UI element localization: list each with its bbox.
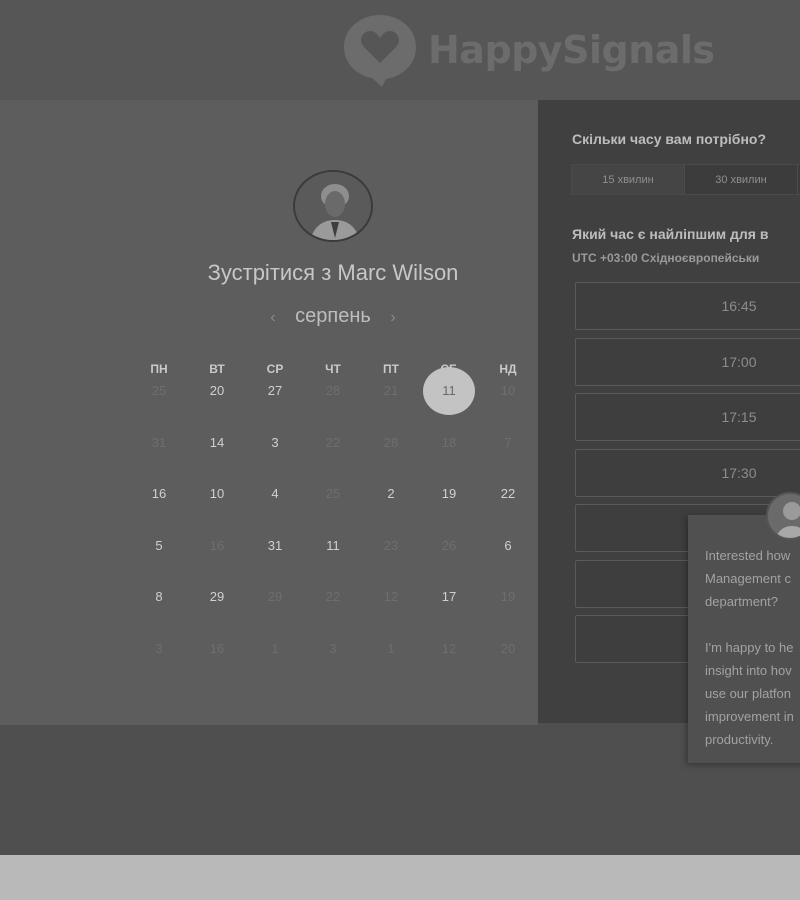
time-slot-label: 16:45 <box>721 298 757 314</box>
time-slot[interactable]: 17:15 <box>575 393 800 441</box>
calendar-day: 3 <box>155 641 163 656</box>
time-slot[interactable]: 17:00 <box>575 337 800 386</box>
duration-option-30[interactable]: 30 хвилин <box>685 165 798 194</box>
calendar-day: 22 <box>325 589 341 604</box>
calendar-day: 16 <box>209 538 225 553</box>
weekday-label: СР <box>266 362 284 376</box>
next-month-chevron-icon[interactable]: › <box>376 309 409 327</box>
calendar-day: 29 <box>267 589 283 604</box>
calendar-day: 16 <box>209 641 225 656</box>
calendar-day-selected[interactable]: 11 <box>423 367 475 415</box>
calendar-day[interactable]: 22 <box>488 484 528 504</box>
calendar-day: 12 <box>383 589 399 604</box>
calendar-day: 10 <box>500 383 516 398</box>
brand-name: HappySignals <box>428 27 715 72</box>
calendar-day[interactable]: 4 <box>255 484 295 504</box>
calendar-day: 18 <box>441 435 457 450</box>
time-slot[interactable]: 16:45 <box>575 282 800 330</box>
calendar-day[interactable]: 16 <box>139 484 179 504</box>
calendar-day[interactable]: 20 <box>197 381 237 401</box>
time-slot[interactable]: 17:30 <box>575 448 800 497</box>
header: HappySignals <box>0 0 800 100</box>
duration-question: Скільки часу вам потрібно? <box>572 131 767 147</box>
calendar-day[interactable]: 2 <box>371 484 411 504</box>
calendar-day[interactable]: 6 <box>488 536 528 556</box>
calendar-day[interactable]: 29 <box>197 587 237 607</box>
calendar-day[interactable]: 31 <box>255 536 295 556</box>
time-slot-label: 17:15 <box>721 409 757 425</box>
calendar-day: 31 <box>151 435 167 450</box>
calendar-day[interactable]: 3 <box>255 433 295 453</box>
calendar-day: 28 <box>383 435 399 450</box>
calendar-day: 23 <box>383 538 399 553</box>
calendar-day: 12 <box>441 641 457 656</box>
calendar-day: 3 <box>329 641 337 656</box>
chat-message: Interested how Management c department? … <box>705 548 794 747</box>
calendar-day[interactable]: 5 <box>139 536 179 556</box>
calendar-day[interactable]: 14 <box>197 433 237 453</box>
calendar-day: 19 <box>500 589 516 604</box>
host-avatar <box>293 170 373 242</box>
calendar-day[interactable]: 27 <box>255 381 295 401</box>
calendar-day: 20 <box>500 641 516 656</box>
calendar-day: 25 <box>325 486 341 501</box>
calendar-day: 7 <box>504 435 512 450</box>
timezone-label[interactable]: UTC +03:00 Східноєвропейськи <box>572 251 759 265</box>
heart-speech-bubble-icon <box>344 14 416 87</box>
month-label: серпень <box>295 305 371 327</box>
calendar-day[interactable]: 10 <box>197 484 237 504</box>
calendar-day: 21 <box>383 383 399 398</box>
time-question: Який час є найліпшим для в <box>572 226 769 242</box>
time-slot-label: 17:00 <box>721 353 757 370</box>
calendar-day[interactable]: 11 <box>313 536 353 556</box>
page: HappySignals Зустрітися з Marc Wilson ‹ … <box>0 0 800 855</box>
calendar-day: 22 <box>325 435 341 450</box>
calendar-day: 1 <box>271 641 279 656</box>
duration-selector: 15 хвилин 30 хвилин <box>571 164 800 195</box>
weekday-label: ЧТ <box>325 362 341 376</box>
calendar-day[interactable]: 8 <box>139 587 179 607</box>
weekday-label: НД <box>499 362 517 376</box>
prev-month-chevron-icon[interactable]: ‹ <box>256 309 289 327</box>
calendar-day: 25 <box>151 383 167 398</box>
weekday-label: ВТ <box>209 362 225 376</box>
time-slot-label: 17:30 <box>721 464 757 481</box>
weekday-label: ПТ <box>383 362 399 376</box>
happysignals-logo[interactable]: HappySignals <box>342 12 715 87</box>
calendar-day[interactable]: 19 <box>429 484 469 504</box>
duration-option-15[interactable]: 15 хвилин <box>572 165 685 194</box>
calendar-day: 26 <box>441 538 457 553</box>
calendar-day[interactable]: 17 <box>429 587 469 607</box>
person-photo-icon <box>768 494 800 538</box>
calendar-day: 1 <box>387 641 395 656</box>
chat-popup[interactable]: Interested how Management c department? … <box>688 515 800 763</box>
weekday-label: ПН <box>150 362 168 376</box>
calendar-day: 28 <box>325 383 341 398</box>
